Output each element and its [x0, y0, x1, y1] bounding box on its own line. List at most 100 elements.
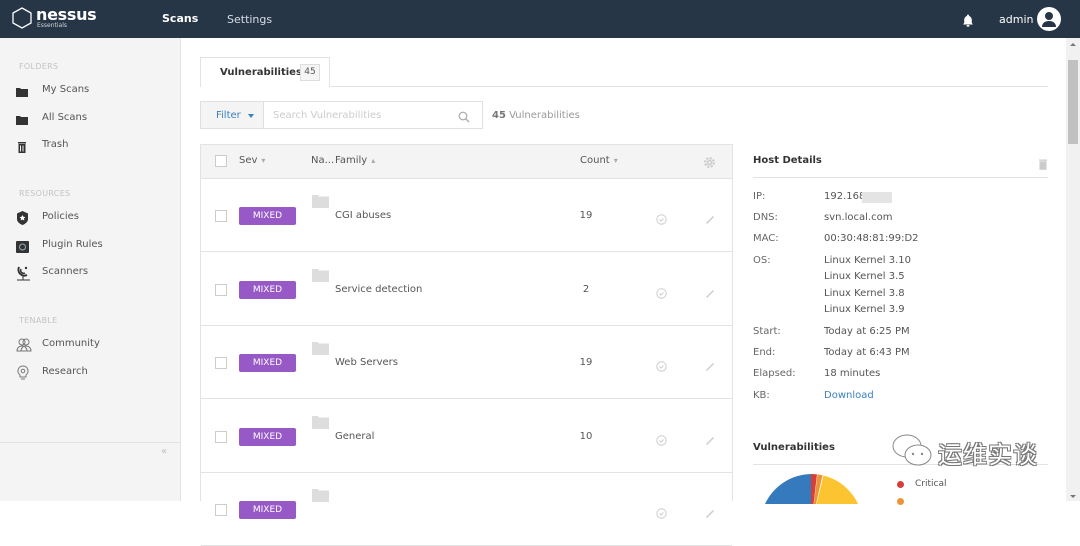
- filter-label: Filter: [216, 110, 241, 121]
- table-row[interactable]: MIXED Web Servers 19: [201, 326, 732, 399]
- check-circle-icon[interactable]: [656, 431, 667, 450]
- end-value: Today at 6:43 PM: [824, 347, 910, 358]
- trash-icon: [16, 138, 32, 154]
- pie-slice-info: [765, 474, 811, 504]
- table-row[interactable]: MIXED: [201, 473, 732, 546]
- row-checkbox[interactable]: [215, 430, 227, 443]
- page-scrollbar[interactable]: [1066, 38, 1080, 501]
- folder-icon: [16, 83, 32, 99]
- hexagon-logo-icon: [12, 7, 32, 29]
- search-vulnerabilities-input[interactable]: [263, 101, 483, 129]
- elapsed-value: 18 minutes: [824, 368, 881, 379]
- column-label: Count: [580, 155, 610, 166]
- table-row[interactable]: MIXED Service detection 2: [201, 252, 732, 326]
- sidebar-item-trash[interactable]: Trash: [16, 137, 166, 155]
- sidebar-heading-resources: RESOURCES: [19, 189, 71, 198]
- nav-settings[interactable]: Settings: [227, 13, 272, 26]
- check-circle-icon[interactable]: [656, 504, 667, 523]
- folder-icon: [16, 111, 32, 127]
- sidebar-item-label: Policies: [42, 211, 79, 222]
- edit-pencil-icon[interactable]: [705, 504, 715, 523]
- trash-icon[interactable]: [1038, 155, 1048, 174]
- column-header-count[interactable]: Count ▾: [580, 155, 618, 166]
- sidebar-item-policies[interactable]: Policies: [16, 209, 166, 227]
- bell-icon[interactable]: [962, 12, 974, 31]
- wechat-watermark-icon: [892, 434, 932, 466]
- severity-badge: MIXED: [239, 354, 296, 372]
- family-name: Web Servers: [335, 357, 398, 368]
- ip-label: IP:: [753, 191, 766, 202]
- sidebar-item-scanners[interactable]: Scanners: [16, 264, 166, 282]
- top-navbar: nessus Essentials Scans Settings admin: [0, 0, 1080, 38]
- tab-count-badge: 45: [300, 64, 320, 81]
- os-value: Linux Kernel 3.9: [824, 304, 905, 315]
- kb-download-link[interactable]: Download: [824, 390, 874, 401]
- table-header: Sev ▾ Na... Family ▴ Count ▾: [201, 145, 732, 179]
- sidebar-item-label: My Scans: [42, 84, 90, 95]
- select-all-checkbox[interactable]: [215, 155, 227, 167]
- collapse-sidebar-button[interactable]: «: [161, 446, 167, 457]
- sidebar-item-community[interactable]: Community: [16, 336, 166, 354]
- sidebar-item-label: Research: [42, 366, 88, 377]
- check-circle-icon[interactable]: [656, 284, 667, 303]
- row-checkbox[interactable]: [215, 357, 227, 369]
- elapsed-label: Elapsed:: [753, 368, 796, 379]
- legend-high-dot: [897, 498, 904, 505]
- legend-critical-label: Critical: [915, 479, 947, 489]
- edit-pencil-icon[interactable]: [705, 431, 715, 450]
- sidebar-item-label: Community: [42, 338, 100, 349]
- check-circle-icon[interactable]: [656, 357, 667, 376]
- sidebar-item-all-scans[interactable]: All Scans: [16, 110, 166, 128]
- column-header-sev[interactable]: Sev ▾: [239, 155, 265, 166]
- edit-pencil-icon[interactable]: [705, 284, 715, 303]
- dns-value: svn.local.com: [824, 212, 893, 223]
- sort-icon: ▾: [261, 156, 266, 165]
- dns-label: DNS:: [753, 212, 778, 223]
- severity-badge: MIXED: [239, 501, 296, 519]
- sidebar-item-research[interactable]: Research: [16, 364, 166, 382]
- nav-scans[interactable]: Scans: [162, 12, 198, 25]
- vulnerability-count-suffix: Vulnerabilities: [505, 110, 580, 121]
- sidebar-item-label: Plugin Rules: [42, 239, 103, 250]
- check-circle-icon[interactable]: [656, 210, 667, 229]
- row-checkbox[interactable]: [215, 283, 227, 296]
- kb-label: KB:: [753, 390, 770, 401]
- edit-pencil-icon[interactable]: [705, 357, 715, 376]
- satellite-icon: [16, 265, 32, 281]
- column-header-name[interactable]: Na...: [311, 155, 334, 166]
- user-avatar-icon[interactable]: [1037, 7, 1061, 31]
- vuln-count: 2: [582, 283, 590, 295]
- host-details-title: Host Details: [753, 155, 822, 166]
- lightbulb-icon: [16, 365, 32, 381]
- table-row[interactable]: MIXED General 10: [201, 399, 732, 473]
- scrollbar-thumb[interactable]: [1068, 60, 1078, 144]
- vulnerability-count-number: 45: [492, 110, 506, 121]
- sidebar-item-label: Trash: [42, 139, 69, 150]
- row-checkbox[interactable]: [215, 504, 227, 516]
- search-icon[interactable]: [458, 108, 470, 127]
- vuln-count: 19: [579, 210, 593, 221]
- gear-icon[interactable]: [703, 154, 716, 173]
- filter-button[interactable]: Filter: [200, 101, 264, 129]
- nessus-logo[interactable]: nessus Essentials: [11, 5, 97, 33]
- os-label: OS:: [753, 255, 771, 266]
- table-row[interactable]: MIXED CGI abuses 19: [201, 179, 732, 252]
- tab-vulnerabilities[interactable]: Vulnerabilities 45: [200, 57, 330, 87]
- sidebar-item-my-scans[interactable]: My Scans: [16, 82, 166, 100]
- severity-badge: MIXED: [239, 280, 296, 299]
- scroll-up-arrow-icon[interactable]: [1070, 43, 1076, 46]
- sort-icon: ▾: [613, 156, 618, 165]
- row-checkbox[interactable]: [215, 210, 227, 222]
- family-name: Service detection: [335, 283, 423, 295]
- plugin-icon: [16, 238, 32, 254]
- sidebar-item-plugin-rules[interactable]: Plugin Rules: [16, 237, 166, 255]
- edit-pencil-icon[interactable]: [705, 210, 715, 229]
- username[interactable]: admin: [999, 13, 1033, 26]
- column-header-family[interactable]: Family ▴: [335, 155, 375, 166]
- folder-icon: [312, 267, 329, 286]
- vulnerability-count: 45 Vulnerabilities: [492, 110, 580, 121]
- os-value: Linux Kernel 3.5: [824, 271, 905, 282]
- family-name: General: [335, 430, 375, 442]
- start-value: Today at 6:25 PM: [824, 326, 910, 337]
- scroll-down-arrow-icon[interactable]: [1070, 495, 1076, 498]
